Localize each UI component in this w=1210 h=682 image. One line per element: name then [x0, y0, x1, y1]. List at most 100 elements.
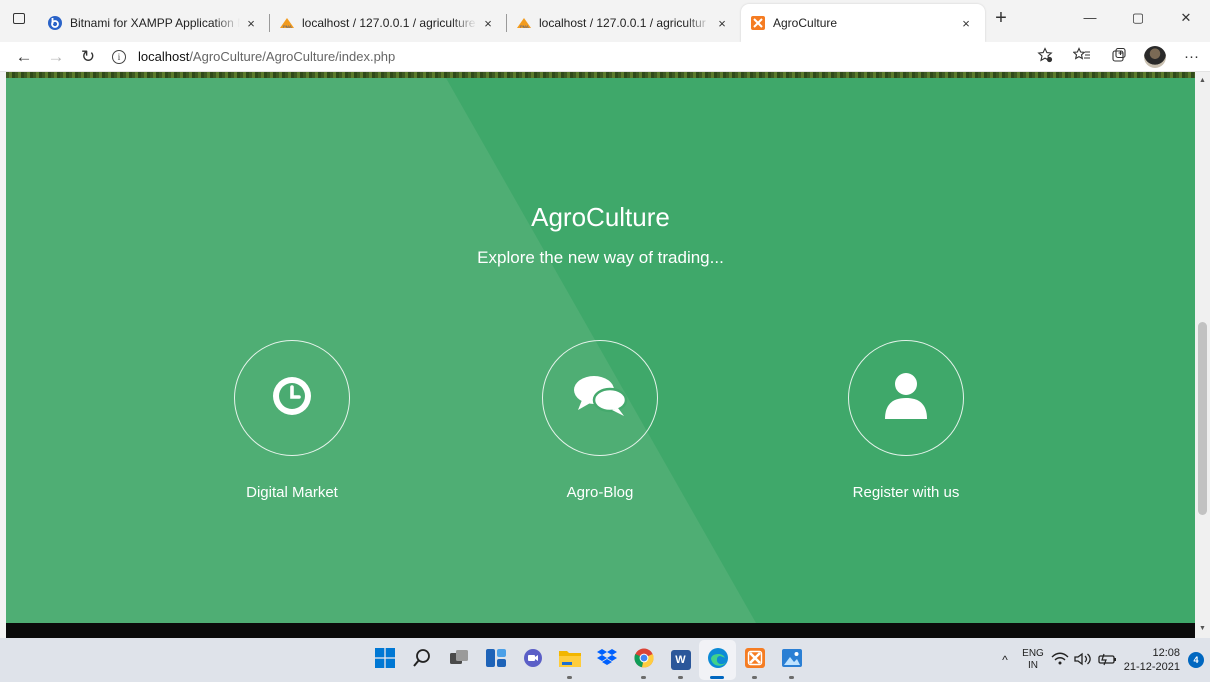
- word-button[interactable]: W: [662, 640, 699, 680]
- phpmyadmin-icon: PMA: [280, 16, 294, 30]
- read-aloud-icon[interactable]: [1026, 46, 1063, 67]
- running-indicator: [678, 676, 683, 679]
- windows-start-icon: [374, 647, 395, 673]
- bitnami-icon: [48, 16, 62, 30]
- language-indicator[interactable]: ENG IN: [1018, 648, 1048, 672]
- feature-register[interactable]: Register with us: [816, 340, 996, 501]
- scroll-down-arrow-icon[interactable]: ▼: [1195, 622, 1210, 636]
- running-indicator: [752, 676, 757, 679]
- tab-title: localhost / 127.0.0.1 / agricultur: [539, 16, 706, 30]
- xampp-icon: [744, 647, 765, 673]
- svg-text:PMA: PMA: [283, 24, 292, 29]
- feature-circle[interactable]: [542, 340, 658, 456]
- refresh-button[interactable]: ↻: [72, 47, 104, 67]
- tab-phpmyadmin-1[interactable]: PMA localhost / 127.0.0.1 / agriculture …: [270, 4, 507, 42]
- tab-close-icon[interactable]: ×: [955, 16, 977, 31]
- language-code: ENG: [1022, 648, 1044, 659]
- system-tray: ^ ENG IN 12:08 21-12-2021 4: [992, 638, 1210, 682]
- file-explorer-button[interactable]: [551, 640, 588, 680]
- tab-title: AgroCulture: [773, 16, 838, 30]
- xampp-icon: [751, 16, 765, 30]
- feature-circle[interactable]: [234, 340, 350, 456]
- tab-title: Bitnami for XAMPP Application N: [70, 16, 240, 30]
- edge-button[interactable]: [699, 640, 736, 680]
- minimize-button[interactable]: —: [1066, 0, 1114, 36]
- chat-bubbles-icon: [570, 372, 630, 425]
- clock-time: 12:08: [1152, 647, 1180, 659]
- profile-avatar[interactable]: [1144, 45, 1166, 68]
- windows-taskbar: W ^ ENG IN 12:08 21-12-2021 4: [0, 638, 1210, 682]
- speaker-icon: [1074, 652, 1091, 665]
- tab-close-icon[interactable]: ×: [477, 16, 499, 31]
- address-bar[interactable]: i localhost/AgroCulture/AgroCulture/inde…: [112, 44, 942, 70]
- site-info-icon[interactable]: i: [112, 49, 126, 64]
- dropbox-button[interactable]: [588, 640, 625, 680]
- tab-close-icon[interactable]: ×: [240, 16, 262, 31]
- feature-label[interactable]: Digital Market: [202, 484, 382, 501]
- tab-phpmyadmin-2[interactable]: PMA localhost / 127.0.0.1 / agricultur ×: [507, 4, 741, 42]
- forward-button[interactable]: →: [40, 47, 72, 67]
- task-view-button[interactable]: [440, 640, 477, 680]
- tab-close-icon[interactable]: ×: [711, 16, 733, 31]
- search-icon: [412, 648, 432, 673]
- taskbar-apps: W: [366, 638, 810, 682]
- more-menu-icon[interactable]: ···: [1173, 48, 1210, 65]
- edge-icon: [707, 647, 729, 674]
- feature-label[interactable]: Register with us: [816, 484, 996, 501]
- word-icon: W: [670, 650, 691, 670]
- url-host: localhost: [138, 49, 190, 64]
- svg-text:PMA: PMA: [520, 24, 529, 29]
- site-tagline: Explore the new way of trading...: [477, 248, 724, 267]
- wifi-icon: [1051, 652, 1069, 664]
- url-path: /AgroCulture/AgroCulture/index.php: [189, 49, 396, 64]
- photos-icon: [781, 648, 802, 672]
- clock-icon: [270, 374, 314, 423]
- page-scrollbar[interactable]: ▲ ▼: [1195, 72, 1210, 638]
- feature-label[interactable]: Agro-Blog: [510, 484, 690, 501]
- back-button[interactable]: ←: [8, 47, 40, 67]
- feature-digital-market[interactable]: Digital Market: [202, 340, 382, 501]
- tab-strip: Bitnami for XAMPP Application N × PMA lo…: [0, 0, 1210, 42]
- widgets-icon: [485, 648, 506, 672]
- file-explorer-icon: [558, 649, 581, 672]
- user-icon: [883, 371, 929, 426]
- quick-settings-button[interactable]: [1048, 651, 1122, 670]
- phpmyadmin-icon: PMA: [517, 16, 531, 30]
- widgets-button[interactable]: [477, 640, 514, 680]
- show-hidden-icons-button[interactable]: ^: [992, 653, 1018, 667]
- scroll-up-arrow-icon[interactable]: ▲: [1195, 74, 1210, 88]
- new-tab-button[interactable]: +: [985, 0, 1017, 36]
- favorites-icon[interactable]: [1063, 46, 1100, 67]
- scrollbar-thumb[interactable]: [1198, 322, 1207, 515]
- feature-agro-blog[interactable]: Agro-Blog: [510, 340, 690, 501]
- start-button[interactable]: [366, 640, 403, 680]
- xampp-button[interactable]: [736, 640, 773, 680]
- chrome-button[interactable]: [625, 640, 662, 680]
- chrome-icon: [633, 648, 654, 673]
- teams-chat-button[interactable]: [514, 640, 551, 680]
- teams-chat-icon: [523, 648, 543, 673]
- photos-button[interactable]: [773, 640, 810, 680]
- feature-circle[interactable]: [848, 340, 964, 456]
- browser-toolbar: ← → ↻ i localhost/AgroCulture/AgroCultur…: [0, 42, 1210, 72]
- tab-bitnami[interactable]: Bitnami for XAMPP Application N ×: [38, 4, 270, 42]
- running-indicator: [789, 676, 794, 679]
- tab-agroculture[interactable]: AgroCulture ×: [741, 4, 985, 42]
- collections-icon[interactable]: [1100, 47, 1137, 67]
- maximize-button[interactable]: ▢: [1114, 0, 1162, 36]
- clock-date: 21-12-2021: [1123, 661, 1180, 673]
- taskbar-clock[interactable]: 12:08 21-12-2021: [1122, 646, 1180, 674]
- region-code: IN: [1028, 660, 1038, 671]
- close-window-button[interactable]: ✕: [1162, 0, 1210, 36]
- page-footer-band: [6, 623, 1195, 638]
- notification-badge[interactable]: 4: [1188, 652, 1204, 668]
- hero-section: AgroCulture Explore the new way of tradi…: [6, 78, 1195, 623]
- tab-actions-button[interactable]: [0, 0, 38, 36]
- page-viewport: AgroCulture Explore the new way of tradi…: [6, 72, 1195, 623]
- toolbar-right: ···: [1026, 45, 1210, 68]
- tab-title: localhost / 127.0.0.1 / agriculture: [302, 16, 476, 30]
- running-indicator: [710, 676, 724, 679]
- battery-icon: [1098, 653, 1116, 665]
- dropbox-icon: [596, 648, 617, 672]
- taskbar-search-button[interactable]: [403, 640, 440, 680]
